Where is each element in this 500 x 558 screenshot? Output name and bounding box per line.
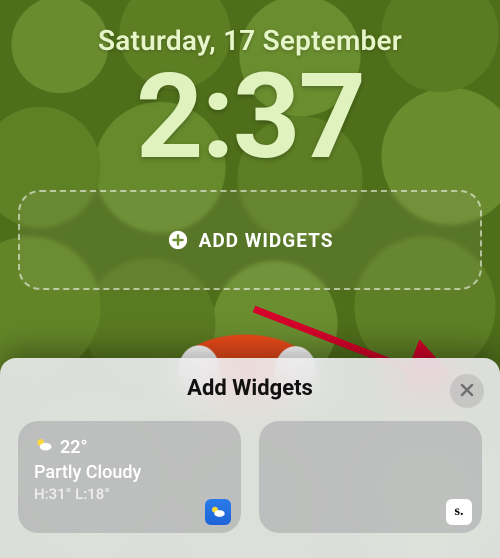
close-icon <box>460 382 474 401</box>
plus-circle-icon <box>167 229 189 251</box>
widget-cards-row: 22° Partly Cloudy H:31° L:18° s. <box>18 421 482 533</box>
close-button[interactable] <box>450 374 484 408</box>
lockscreen-time[interactable]: 2:37 <box>0 48 500 186</box>
add-widgets-label: ADD WIDGETS <box>199 229 334 252</box>
weather-temp: 22° <box>60 437 88 458</box>
second-widget-card[interactable]: s. <box>259 421 482 533</box>
weather-hilo: H:31° L:18° <box>34 485 225 503</box>
add-widgets-sheet: Add Widgets 22° Partly Cloudy H:31° L:18… <box>0 358 500 558</box>
sheet-header: Add Widgets <box>18 376 482 401</box>
lock-screen-editor: Saturday, 17 September 2:37 ADD WIDGETS … <box>0 0 500 558</box>
weather-widget-card[interactable]: 22° Partly Cloudy H:31° L:18° <box>18 421 241 533</box>
add-widgets-slot[interactable]: ADD WIDGETS <box>18 190 482 290</box>
partly-cloudy-icon <box>34 435 54 460</box>
weather-condition: Partly Cloudy <box>34 462 225 483</box>
weather-app-icon <box>205 499 231 525</box>
second-app-icon: s. <box>446 499 472 525</box>
sheet-title: Add Widgets <box>18 376 482 401</box>
